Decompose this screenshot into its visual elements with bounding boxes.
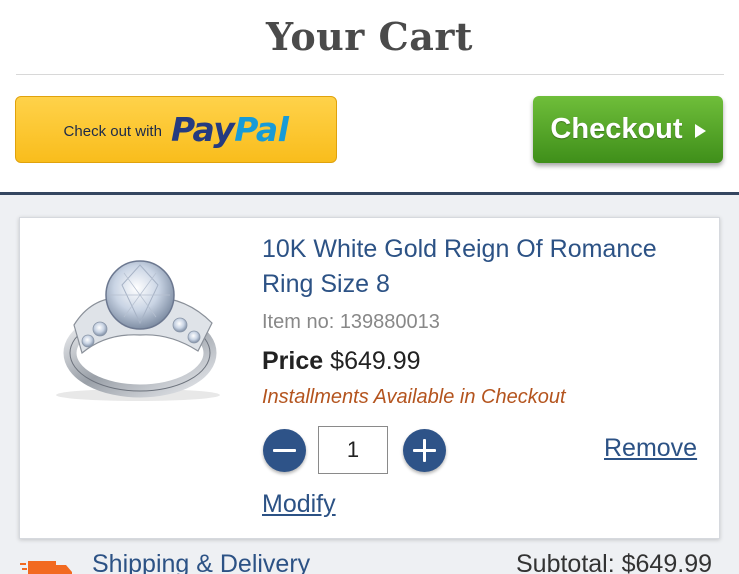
product-name-link[interactable]: 10K White Gold Reign Of Romance Ring Siz…	[262, 232, 702, 302]
decrease-quantity-button[interactable]	[263, 429, 306, 472]
delivery-truck-icon	[20, 561, 72, 574]
price-value: $649.99	[330, 347, 421, 375]
item-number: Item no: 139880013	[262, 311, 440, 333]
paypal-checkout-button[interactable]: Check out with PayPal	[15, 96, 337, 163]
page-title: Your Cart	[266, 14, 473, 59]
price-row: Price $649.99	[262, 347, 421, 376]
ring-image[interactable]	[40, 255, 230, 405]
paypal-logo: PayPal	[171, 110, 289, 149]
price-label: Price	[262, 347, 324, 375]
installments-note: Installments Available in Checkout	[262, 386, 566, 408]
checkout-button[interactable]: Checkout	[533, 96, 723, 163]
paypal-logo-pay: Pay	[170, 110, 235, 149]
paypal-prefix-label: Check out with	[63, 123, 162, 140]
play-triangle-icon	[694, 124, 706, 138]
increase-quantity-button[interactable]	[403, 429, 446, 472]
quantity-input[interactable]	[318, 426, 388, 474]
modify-link[interactable]: Modify	[262, 490, 336, 519]
title-divider	[16, 74, 724, 75]
checkout-label: Checkout	[550, 113, 683, 145]
shipping-delivery-link[interactable]: Shipping & Delivery	[92, 550, 310, 574]
paypal-logo-pal: Pal	[234, 110, 289, 149]
subtotal: Subtotal: $649.99	[516, 550, 712, 574]
remove-link[interactable]: Remove	[604, 434, 697, 463]
